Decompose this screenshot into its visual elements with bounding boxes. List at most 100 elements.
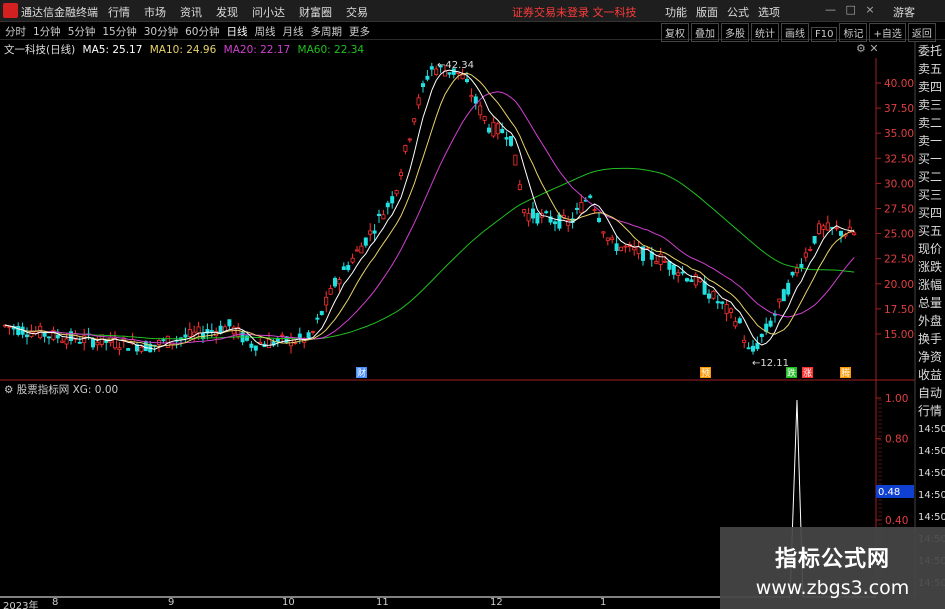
candle-body	[196, 326, 201, 334]
candle-body	[733, 321, 738, 327]
candle-body	[266, 338, 271, 349]
candle-body	[183, 334, 188, 338]
candle-body	[482, 116, 487, 121]
indicator-icon[interactable]: ⚙	[4, 384, 13, 396]
candle-body	[605, 237, 610, 241]
candle-body	[187, 329, 192, 338]
candle-body	[376, 213, 381, 217]
candle-body	[91, 339, 96, 348]
candle-body	[812, 235, 817, 244]
candle-body	[852, 232, 857, 236]
event-label: 跌	[787, 368, 796, 379]
watermark-title: 指标公式网	[774, 547, 890, 572]
candle-body	[359, 245, 364, 254]
candle-body	[517, 184, 522, 190]
candle-body	[729, 308, 734, 313]
candle-body	[460, 74, 465, 80]
candle-body	[16, 326, 21, 335]
candle-body	[500, 128, 505, 134]
candle-body	[531, 208, 536, 219]
indicator-tick-label: 0.80	[885, 434, 908, 446]
candle-body	[368, 230, 373, 235]
date-label: 10	[282, 597, 295, 608]
candle-body	[663, 260, 668, 263]
candle-body	[390, 196, 395, 204]
candle-body	[363, 237, 368, 246]
date-label: 2023年	[3, 601, 39, 609]
candle-body	[777, 298, 782, 303]
watermark-url: www.zbgs3.com	[755, 577, 910, 599]
candle-body	[795, 267, 800, 274]
candle-body	[790, 271, 795, 276]
candle-body	[526, 213, 531, 222]
candle-body	[636, 246, 641, 255]
time-label: 14:50	[918, 424, 945, 435]
candle-body	[553, 221, 558, 225]
date-label: 8	[52, 597, 59, 608]
indicator-tick-label: 0.40	[885, 515, 908, 527]
candle-body	[759, 333, 764, 338]
candle-body	[707, 293, 712, 299]
candle-body	[834, 227, 839, 230]
watermark: 指标公式网 www.zbgs3.com	[720, 527, 945, 609]
price-tick-label: 37.50	[884, 103, 914, 115]
candle-body	[803, 252, 808, 258]
candle-body	[786, 282, 791, 295]
candle-body	[601, 231, 606, 234]
candle-body	[346, 264, 351, 271]
candle-body	[55, 334, 60, 339]
price-tick-label: 27.50	[884, 204, 914, 216]
price-tick-label: 25.00	[884, 229, 914, 241]
price-tick-label: 17.50	[884, 304, 914, 316]
candle-body	[328, 288, 333, 295]
candle-body	[350, 257, 355, 263]
candle-body	[280, 334, 285, 337]
candle-body	[315, 317, 320, 320]
candle-body	[711, 290, 716, 299]
event-label: 涨	[803, 368, 812, 379]
candle-body	[614, 243, 619, 251]
date-axis: 2023年 8 9 10 11 12 1	[0, 597, 720, 609]
current-value: 0.48	[878, 487, 900, 498]
candle-body	[398, 172, 403, 176]
candle-body	[24, 334, 29, 338]
candle-body	[619, 246, 624, 251]
candle-body	[808, 248, 813, 251]
candle-body	[654, 261, 659, 264]
candle-body	[306, 332, 311, 339]
candle-body	[588, 195, 593, 198]
candle-body	[768, 320, 773, 327]
candle-body	[7, 326, 12, 329]
date-label: 1	[600, 597, 607, 608]
candle-body	[676, 272, 681, 276]
candle-body	[746, 347, 751, 350]
candle-body	[821, 225, 826, 230]
candle-body	[354, 249, 359, 252]
date-label: 11	[376, 597, 389, 608]
candle-body	[372, 230, 377, 234]
candle-body	[381, 214, 386, 220]
candle-body	[244, 335, 249, 341]
candle-body	[218, 325, 223, 334]
kline-chart[interactable]: 40.00 37.50 35.00 32.50 30.00 27.50 25.00 22.50…	[0, 0, 945, 609]
candle-body	[592, 209, 597, 212]
price-tick-label: 22.50	[884, 254, 914, 266]
candle-body	[332, 277, 337, 287]
candle-body	[227, 319, 232, 327]
candle-body	[469, 95, 474, 98]
event-label: 腾	[841, 367, 850, 379]
price-tick-label: 15.00	[884, 329, 914, 341]
candle-body	[447, 72, 452, 75]
date-label: 9	[168, 597, 175, 608]
candle-body	[689, 279, 694, 283]
candle-body	[341, 266, 346, 270]
candle-body	[610, 237, 615, 240]
candle-body	[77, 341, 82, 344]
time-label: 14:50	[918, 446, 945, 457]
candle-body	[623, 245, 628, 248]
candle-body	[60, 340, 65, 343]
candle-body	[161, 339, 166, 342]
candle-body	[95, 341, 100, 346]
candle-body	[324, 296, 329, 306]
candle-body	[522, 209, 527, 214]
